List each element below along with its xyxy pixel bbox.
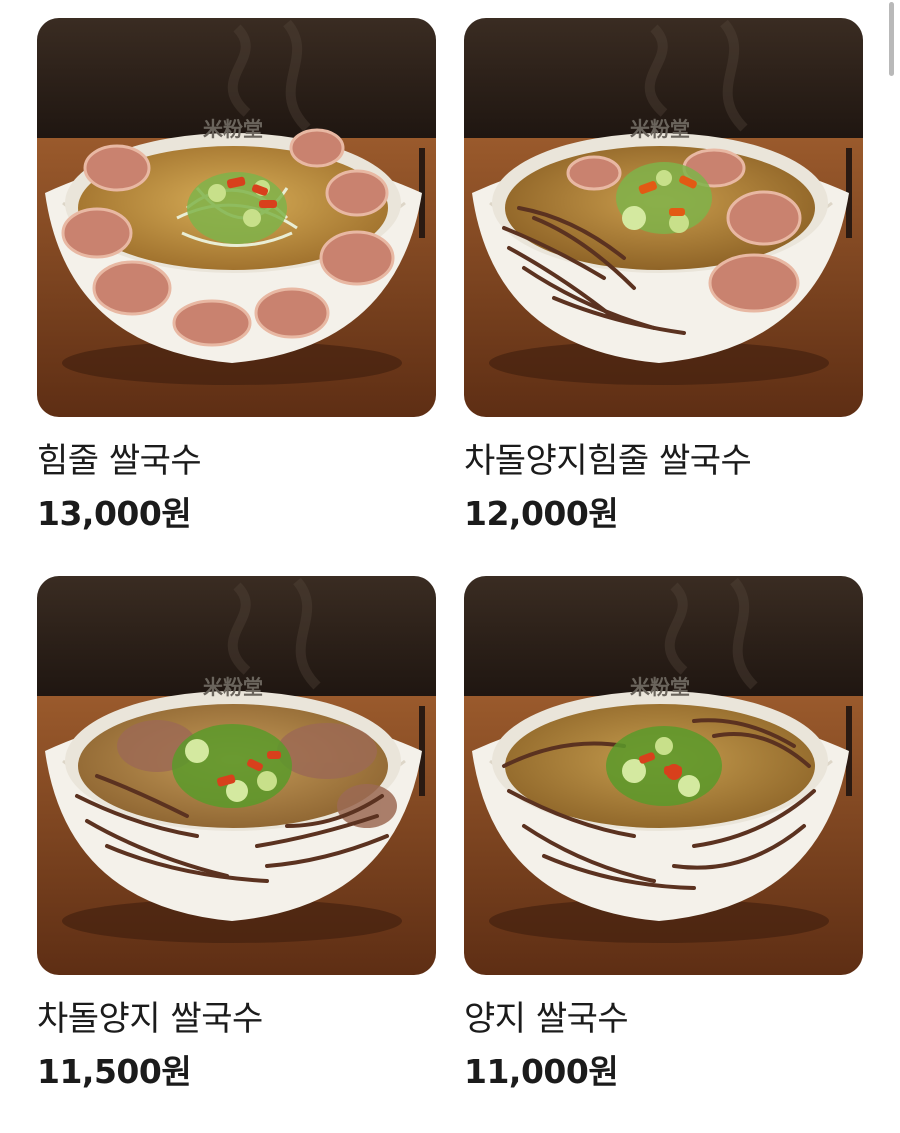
scrollbar[interactable]	[889, 2, 894, 76]
menu-card-flank-pho[interactable]: 米粉堂 양지 쌀국수 11,000원	[464, 576, 863, 1092]
menu-item-price: 13,000원	[37, 494, 192, 533]
bowl-logo: 米粉堂	[630, 117, 690, 141]
food-photo[interactable]: 米粉堂	[464, 576, 863, 975]
bowl-logo: 米粉堂	[630, 675, 690, 699]
menu-card-brisket-flank-pho[interactable]: 米粉堂 차돌양지 쌀국수 11,500원	[37, 576, 436, 1092]
menu-item-price: 11,500원	[37, 1052, 192, 1091]
menu-item-name: 힘줄 쌀국수	[37, 441, 202, 481]
food-photo[interactable]: 米粉堂	[37, 18, 436, 417]
food-photo[interactable]: 米粉堂	[464, 18, 863, 417]
menu-item-name: 양지 쌀국수	[464, 999, 629, 1039]
menu-card-brisket-tendon-pho[interactable]: 米粉堂 차돌양지힘줄 쌀국수 12,000원	[464, 18, 863, 534]
menu-item-name: 차돌양지 쌀국수	[37, 999, 263, 1039]
menu-item-name: 차돌양지힘줄 쌀국수	[464, 441, 752, 481]
bowl-logo: 米粉堂	[203, 675, 263, 699]
bowl-logo: 米粉堂	[203, 117, 263, 141]
menu-card-tendon-pho[interactable]: 米粉堂 힘줄 쌀국수 13,000원	[37, 18, 436, 534]
food-photo[interactable]: 米粉堂	[37, 576, 436, 975]
menu-grid: 米粉堂 힘줄 쌀국수 13,000원 米粉堂 차돌양지힘줄 쌀국수 12,000…	[37, 18, 863, 1092]
menu-item-price: 12,000원	[464, 494, 619, 533]
menu-item-price: 11,000원	[464, 1052, 619, 1091]
